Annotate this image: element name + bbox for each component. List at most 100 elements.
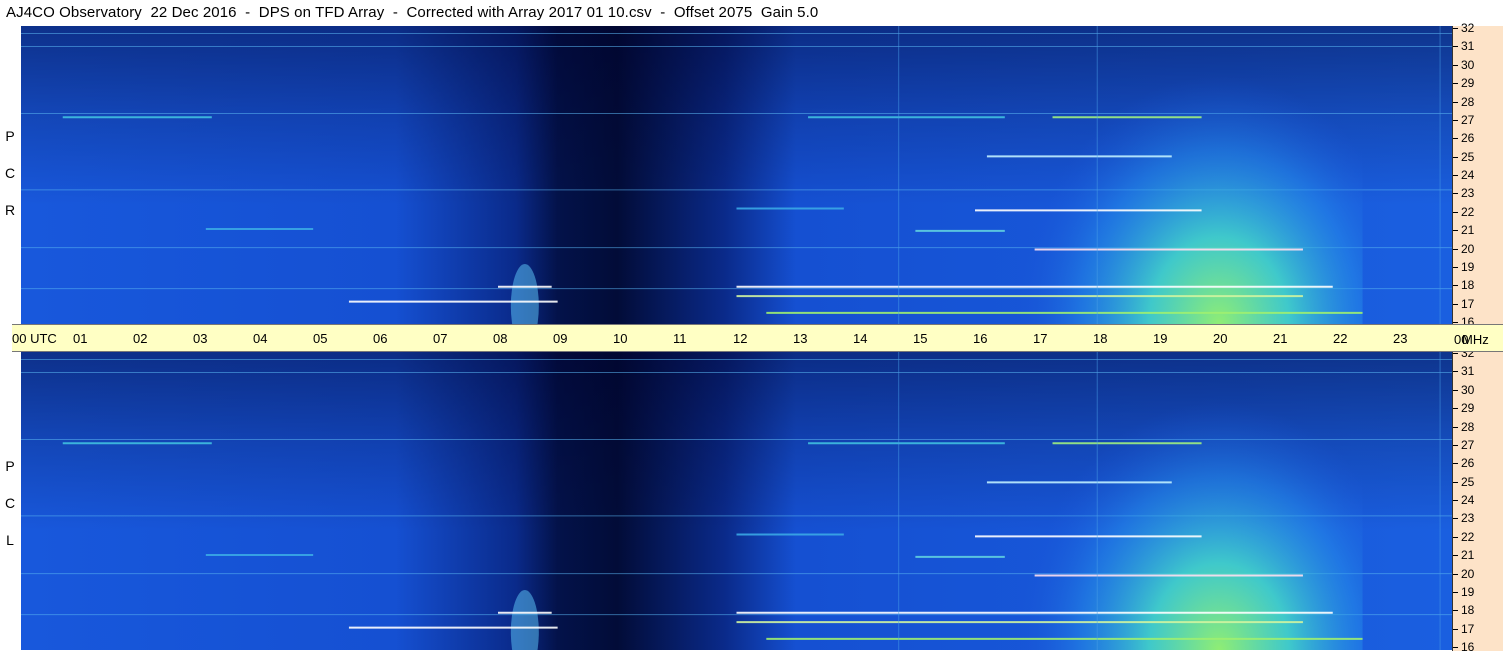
- freq-tick: [1453, 628, 1458, 630]
- freq-tick: [1453, 610, 1458, 612]
- freq-tick-label: 23: [1461, 511, 1475, 526]
- freq-tick-label: 16: [1461, 640, 1475, 654]
- burst-glow: [736, 352, 1363, 650]
- freq-tick-label: 19: [1461, 584, 1475, 599]
- time-tick-label: 02: [133, 331, 148, 346]
- freq-tick-label: 28: [1461, 94, 1475, 109]
- freq-tick: [1453, 28, 1458, 29]
- freq-tick-label: 28: [1461, 419, 1475, 434]
- freq-tick: [1453, 371, 1458, 373]
- freq-tick: [1453, 138, 1458, 140]
- time-tick-label: 07: [433, 331, 448, 346]
- freq-tick-label: 27: [1461, 112, 1475, 127]
- freq-tick-label: 21: [1461, 548, 1475, 563]
- rcp-spectrogram: [21, 26, 1452, 324]
- freq-tick-label: 21: [1461, 223, 1475, 238]
- freq-tick-label: 31: [1461, 364, 1475, 379]
- lcp-spectrogram: [21, 352, 1452, 650]
- rcp-letter-3: R: [4, 202, 16, 218]
- time-tick-label: 01: [73, 331, 88, 346]
- freq-tick-label: 17: [1461, 296, 1475, 311]
- lcp-letter-1: P: [5, 458, 15, 474]
- freq-tick: [1453, 285, 1458, 287]
- freq-tick: [1453, 500, 1458, 501]
- freq-tick-label: 23: [1461, 186, 1475, 201]
- freq-tick: [1453, 389, 1458, 391]
- freq-tick: [1453, 248, 1458, 250]
- freq-tick-label: 22: [1461, 529, 1475, 544]
- freq-tick: [1453, 481, 1458, 483]
- time-tick-label: 23: [1393, 331, 1408, 346]
- burst-glow: [736, 26, 1363, 324]
- frequency-unit-label: MHz: [1462, 332, 1489, 347]
- freq-tick: [1453, 322, 1458, 323]
- freq-tick: [1453, 353, 1458, 354]
- freq-tick: [1453, 266, 1458, 268]
- freq-tick-label: 27: [1461, 437, 1475, 452]
- freq-tick-label: 32: [1461, 21, 1475, 35]
- lcp-frequency-axis: 32 31 30 29 28 27 26 25 24 23 22 21 20 19 18 17 16: [1452, 347, 1503, 654]
- time-tick-label: 06: [373, 331, 388, 346]
- freq-tick-label: 25: [1461, 474, 1475, 489]
- freq-tick: [1453, 156, 1458, 158]
- freq-tick-label: 30: [1461, 57, 1475, 72]
- lcp-spectrogram-svg: [21, 352, 1452, 650]
- time-tick-label: 16: [973, 331, 988, 346]
- freq-tick-label: 18: [1461, 603, 1475, 618]
- freq-tick-label: 29: [1461, 401, 1475, 416]
- time-tick-label: 17: [1033, 331, 1048, 346]
- freq-tick: [1453, 193, 1458, 195]
- chart-title: AJ4CO Observatory 22 Dec 2016 - DPS on T…: [6, 4, 819, 21]
- freq-tick-label: 18: [1461, 278, 1475, 293]
- time-tick-label: 08: [493, 331, 508, 346]
- freq-tick: [1453, 408, 1458, 410]
- freq-tick-label: 24: [1461, 168, 1475, 182]
- time-tick-label: 18: [1093, 331, 1108, 346]
- time-tick-label: 15: [913, 331, 928, 346]
- freq-tick: [1453, 119, 1458, 121]
- freq-tick: [1453, 463, 1458, 465]
- time-tick-label: 21: [1273, 331, 1288, 346]
- freq-tick-label: 20: [1461, 566, 1475, 581]
- freq-tick-label: 29: [1461, 76, 1475, 91]
- time-tick-label: 09: [553, 331, 568, 346]
- freq-tick-label: 31: [1461, 39, 1475, 54]
- freq-tick: [1453, 230, 1458, 232]
- rcp-label: P C R: [0, 118, 20, 229]
- lcp-letter-3: L: [6, 532, 14, 548]
- rcp-frequency-axis: 32 31 30 29 28 27 26 25 24 23 22 21 20 19 18 17 16: [1452, 22, 1503, 328]
- freq-tick: [1453, 444, 1458, 446]
- time-axis: 00 UTC 01 02 03 04 05 06 07 08 09 10 11 12 13 14 15 16 17…: [12, 324, 1452, 352]
- freq-tick-label: 19: [1461, 259, 1475, 274]
- time-tick-label: 00 UTC: [12, 331, 57, 346]
- freq-tick: [1453, 555, 1458, 557]
- freq-tick: [1453, 536, 1458, 538]
- time-tick-label: 04: [253, 331, 268, 346]
- time-tick-label: 19: [1153, 331, 1168, 346]
- time-tick-label: 11: [673, 331, 687, 346]
- freq-tick-label: 30: [1461, 382, 1475, 397]
- freq-tick: [1453, 46, 1458, 48]
- freq-tick: [1453, 101, 1458, 103]
- lcp-label: P C L: [0, 448, 20, 559]
- time-tick-label: 20: [1213, 331, 1228, 346]
- freq-tick-label: 26: [1461, 456, 1475, 471]
- freq-tick: [1453, 64, 1458, 66]
- time-tick-label: 05: [313, 331, 328, 346]
- freq-tick-label: 24: [1461, 493, 1475, 507]
- freq-tick: [1453, 591, 1458, 593]
- freq-tick: [1453, 303, 1458, 305]
- freq-tick: [1453, 211, 1458, 213]
- freq-tick: [1453, 83, 1458, 85]
- time-tick-label: 22: [1333, 331, 1348, 346]
- time-tick-label: 10: [613, 331, 628, 346]
- time-tick-label: 03: [193, 331, 208, 346]
- rcp-letter-2: C: [4, 165, 16, 181]
- time-tick-label: 13: [793, 331, 808, 346]
- rcp-letter-1: P: [5, 128, 15, 144]
- freq-tick-label: 26: [1461, 131, 1475, 146]
- lcp-letter-2: C: [4, 495, 16, 511]
- freq-tick: [1453, 175, 1458, 176]
- freq-tick: [1453, 573, 1458, 575]
- freq-tick-label: 17: [1461, 621, 1475, 636]
